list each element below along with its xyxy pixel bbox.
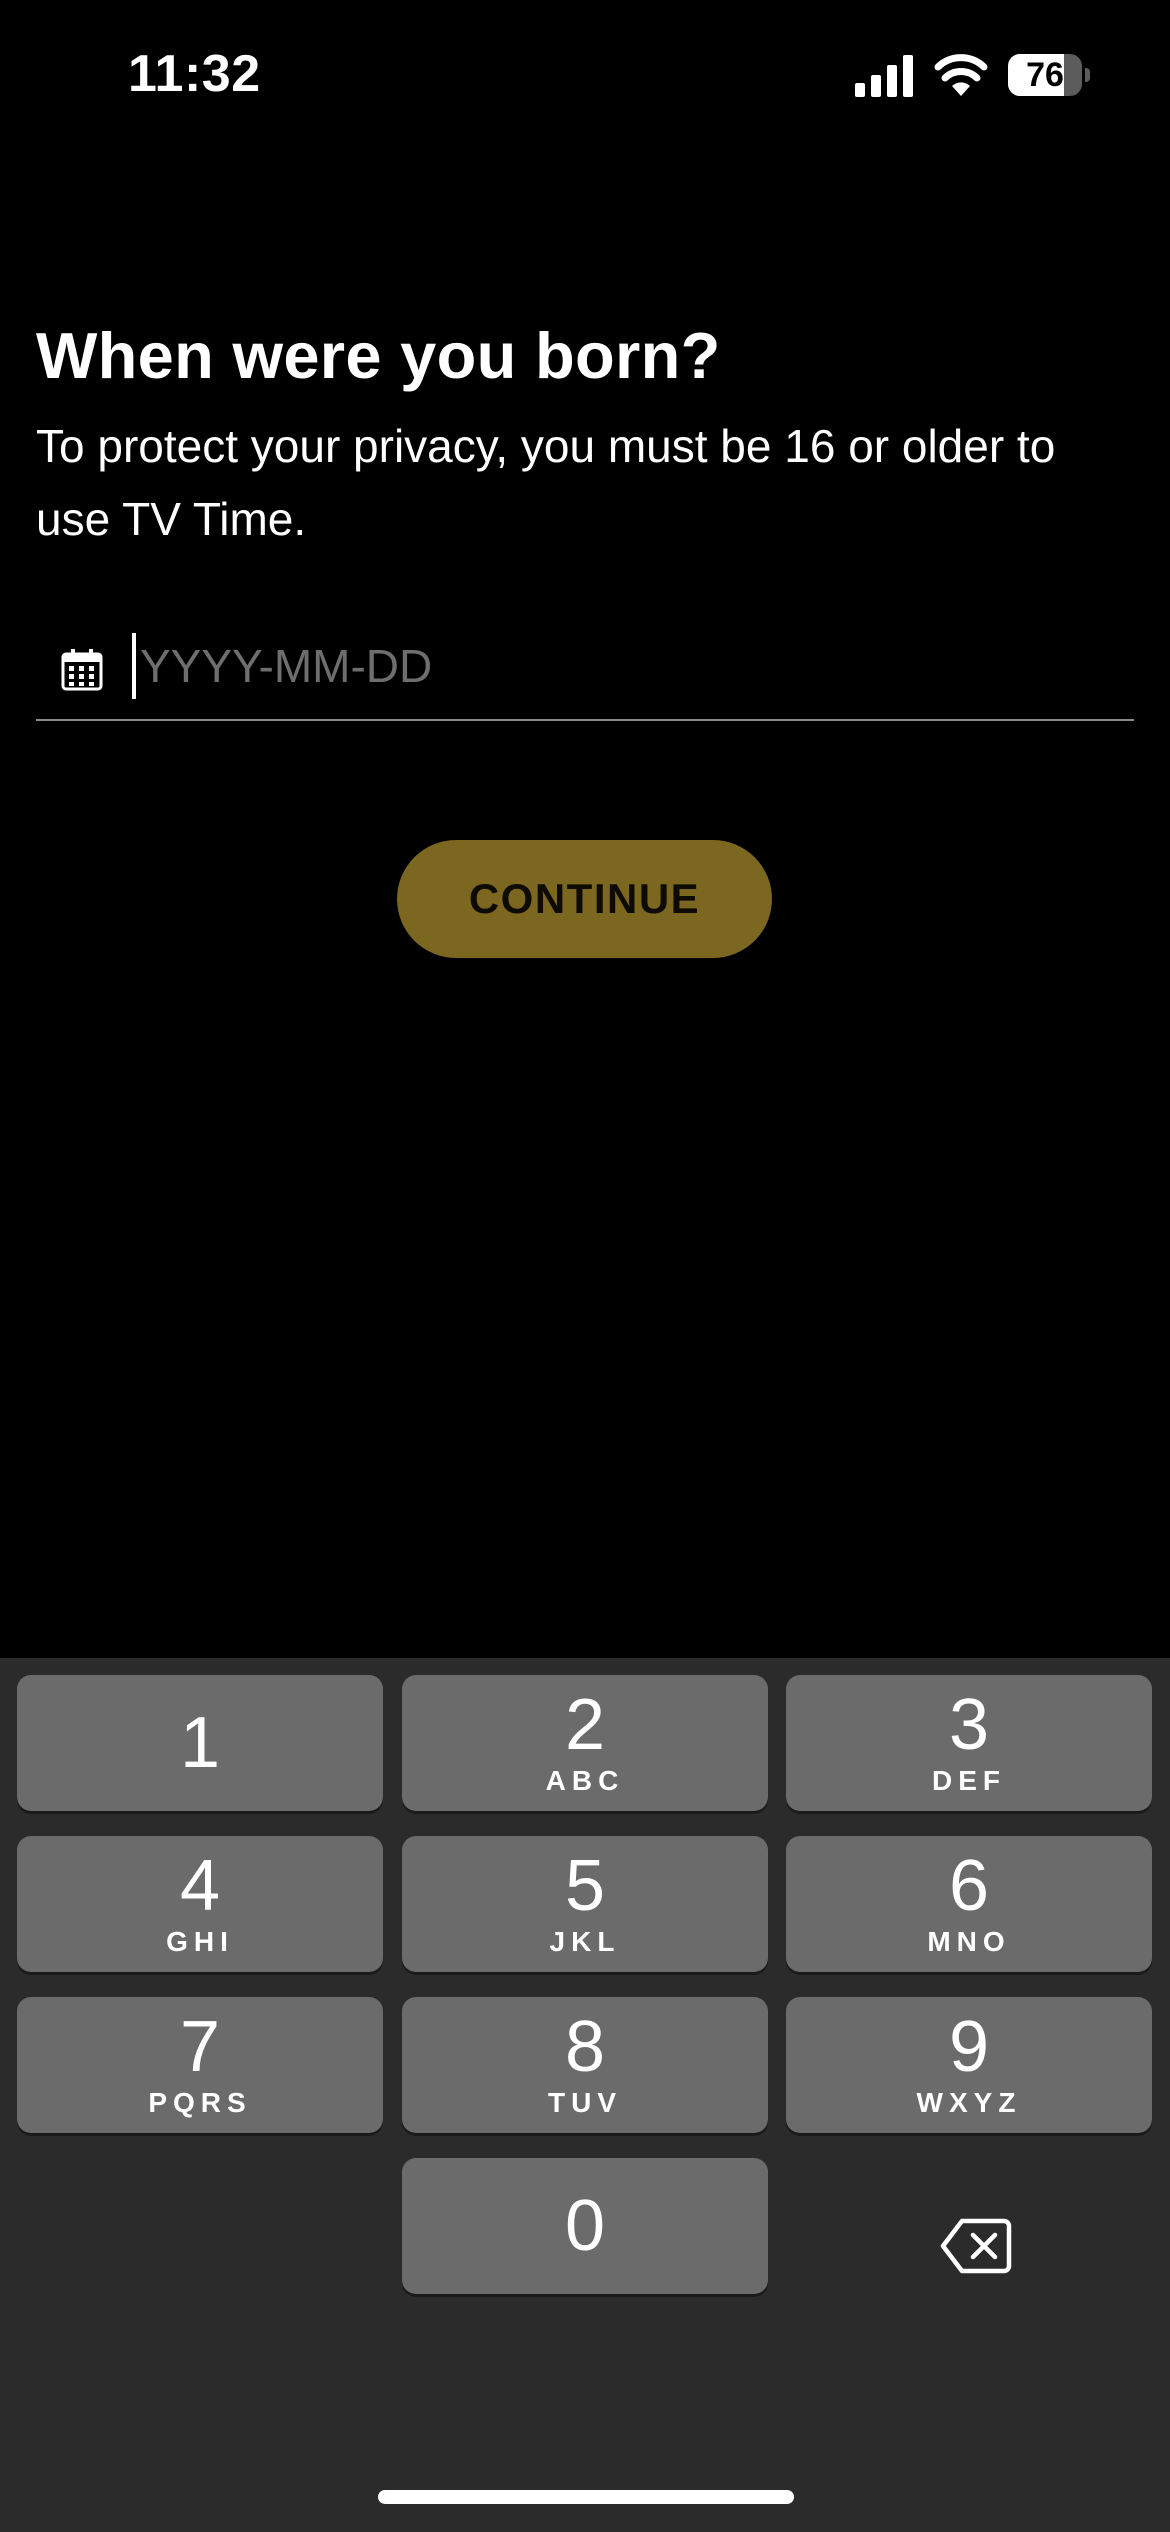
key-5[interactable]: 5 JKL xyxy=(402,1836,768,1972)
home-indicator[interactable] xyxy=(378,2490,794,2504)
numeric-keypad: 1 2 ABC 3 DEF 4 GHI 5 JKL 6 MNO 7 PQRS 8… xyxy=(0,1658,1170,2532)
key-1[interactable]: 1 xyxy=(17,1675,383,1811)
battery-indicator: 76 xyxy=(1008,54,1090,96)
key-letters: GHI xyxy=(166,1926,234,1957)
key-3[interactable]: 3 DEF xyxy=(786,1675,1152,1811)
status-bar: 11:32 76 xyxy=(0,0,1170,150)
key-digit: 0 xyxy=(564,2186,606,2266)
birthdate-input[interactable] xyxy=(136,633,1040,699)
page-title: When were you born? xyxy=(36,319,721,392)
key-digit: 3 xyxy=(948,1685,990,1765)
key-digit: 7 xyxy=(179,2007,221,2087)
key-letters: MNO xyxy=(927,1926,1011,1957)
key-8[interactable]: 8 TUV xyxy=(402,1997,768,2133)
key-letters: PQRS xyxy=(148,2087,252,2118)
birthdate-field[interactable] xyxy=(36,625,1134,721)
battery-level: 76 xyxy=(1026,56,1064,94)
key-4[interactable]: 4 GHI xyxy=(17,1836,383,1972)
wifi-icon xyxy=(934,54,988,96)
key-digit: 2 xyxy=(564,1685,606,1765)
key-digit: 1 xyxy=(179,1703,221,1783)
key-digit: 9 xyxy=(948,2007,990,2087)
key-letters: TUV xyxy=(548,2087,622,2118)
key-letters: JKL xyxy=(549,1926,621,1957)
key-7[interactable]: 7 PQRS xyxy=(17,1997,383,2133)
key-2[interactable]: 2 ABC xyxy=(402,1675,768,1811)
cellular-signal-icon xyxy=(855,55,913,97)
key-digit: 5 xyxy=(564,1846,606,1926)
key-letters: DEF xyxy=(932,1765,1006,1796)
page-subtitle: To protect your privacy, you must be 16 … xyxy=(36,420,1056,545)
backspace-icon xyxy=(940,2218,1012,2274)
calendar-icon[interactable] xyxy=(61,649,103,691)
key-0[interactable]: 0 xyxy=(402,2158,768,2294)
key-6[interactable]: 6 MNO xyxy=(786,1836,1152,1972)
key-digit: 8 xyxy=(564,2007,606,2087)
key-9[interactable]: 9 WXYZ xyxy=(786,1997,1152,2133)
status-time: 11:32 xyxy=(128,45,261,103)
backspace-key[interactable] xyxy=(788,2179,1154,2315)
key-letters: WXYZ xyxy=(916,2087,1022,2118)
key-letters: ABC xyxy=(545,1765,625,1796)
key-digit: 4 xyxy=(179,1846,221,1926)
key-digit: 6 xyxy=(948,1846,990,1926)
continue-button[interactable]: CONTINUE xyxy=(397,840,772,958)
